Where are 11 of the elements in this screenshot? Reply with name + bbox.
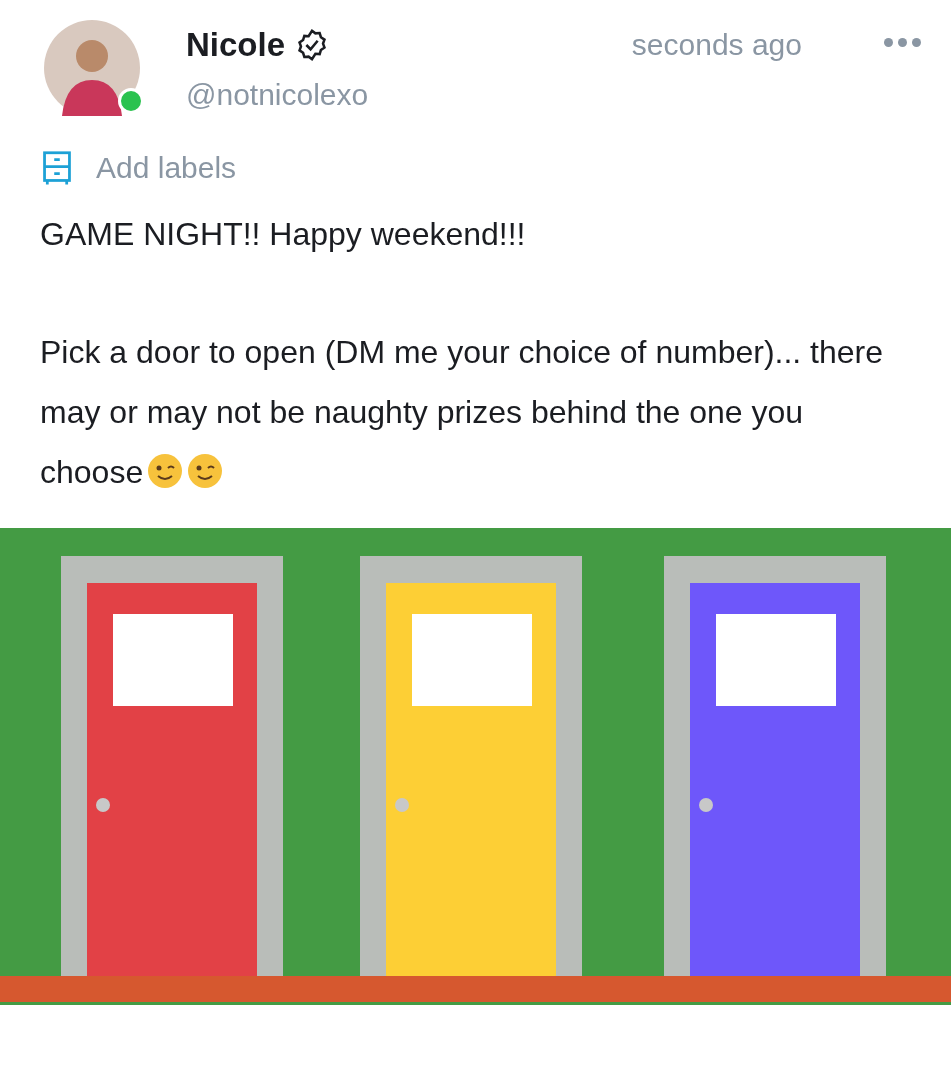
add-labels-button[interactable]: Add labels [40, 150, 237, 186]
winking-face-icon [187, 453, 224, 489]
winking-face-icon [147, 453, 184, 489]
drawer-icon [40, 150, 74, 186]
author-handle[interactable]: @notnicolexo [186, 78, 586, 112]
avatar[interactable] [44, 20, 140, 116]
post-text: Pick a door to open (DM me your choice of number)... there may or may not be naughty prizes behind the one you choose [40, 333, 885, 492]
post-text: GAME NIGHT!! Happy weekend!!! [40, 215, 527, 254]
author-name[interactable]: Nicole [186, 26, 286, 64]
more-options-button[interactable] [884, 38, 921, 47]
post-time: seconds ago [631, 28, 802, 62]
